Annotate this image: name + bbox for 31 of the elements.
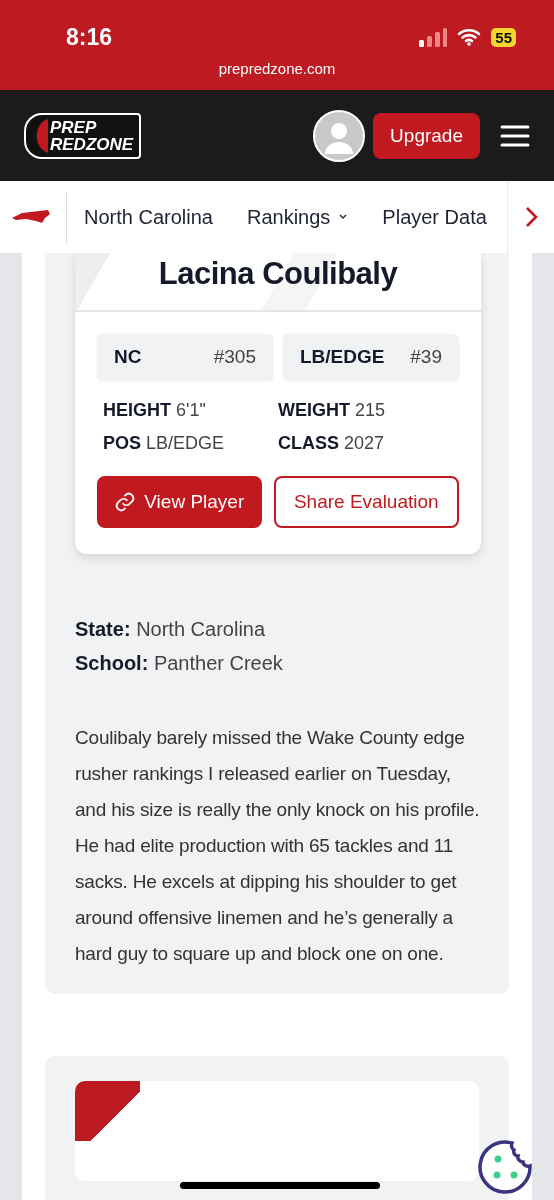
view-player-button[interactable]: View Player bbox=[97, 476, 262, 528]
player-stat: WEIGHT 215 bbox=[278, 400, 387, 421]
player-stat: POS LB/EDGE bbox=[103, 433, 226, 454]
rank-value: #39 bbox=[410, 346, 442, 368]
chevron-down-icon[interactable] bbox=[338, 213, 349, 221]
detail-line: State: North Carolina bbox=[75, 617, 267, 642]
nav-link[interactable]: North Carolina bbox=[84, 205, 213, 229]
chevron-right-icon[interactable] bbox=[524, 206, 538, 228]
evaluation-text: Coulibaly barely missed the Wake County edge rusher rankings I released earlier on Tuesday, and his size is really the only knock on his profile. He had elite production with 65 tackles and 11 sacks. He excels at dipping his shoulder to get around offensive linemen and he’s generally a hard guy to square up and block one on one. bbox=[75, 726, 481, 966]
site-logo[interactable]: PREP REDZONE bbox=[24, 112, 142, 159]
upgrade-button[interactable]: Upgrade bbox=[373, 112, 480, 159]
rank-value: #305 bbox=[213, 346, 256, 368]
nav-link[interactable]: Player Data bbox=[382, 205, 487, 229]
state-map-icon[interactable] bbox=[12, 209, 50, 225]
share-evaluation-button[interactable]: Share Evaluation bbox=[273, 476, 459, 528]
detail-line: School: Panther Creek bbox=[75, 651, 284, 676]
link-icon bbox=[114, 491, 137, 513]
address-bar[interactable]: prepredzone.com bbox=[0, 60, 554, 77]
player-name: Lacina Coulibaly bbox=[158, 255, 398, 292]
status-time: 8:16 bbox=[66, 23, 113, 51]
cookie-icon[interactable] bbox=[476, 1139, 534, 1197]
avatar-icon[interactable] bbox=[313, 109, 366, 162]
player-stat: HEIGHT 6'1" bbox=[103, 400, 207, 421]
rank-label: LB/EDGE bbox=[300, 346, 385, 368]
menu-icon[interactable] bbox=[500, 123, 530, 148]
nav-link[interactable]: Rankings bbox=[246, 205, 349, 229]
battery-indicator: 55 bbox=[491, 27, 516, 47]
player-stat: CLASS 2027 bbox=[278, 433, 386, 454]
rank-label: NC bbox=[114, 346, 142, 368]
signal-icon bbox=[419, 27, 448, 47]
wifi-icon bbox=[457, 28, 482, 46]
